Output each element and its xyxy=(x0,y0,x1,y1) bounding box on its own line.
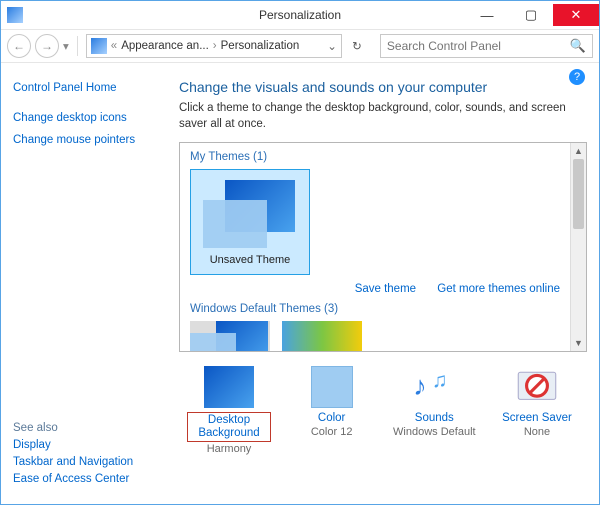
option-sounds-title: Sounds xyxy=(392,412,476,425)
breadcrumb-dropdown-icon[interactable]: ⌄ xyxy=(327,39,337,53)
see-also-taskbar[interactable]: Taskbar and Navigation xyxy=(13,456,159,468)
scroll-up-icon[interactable]: ▲ xyxy=(571,143,586,159)
theme-unsaved[interactable]: Unsaved Theme xyxy=(190,169,310,275)
screen-saver-icon xyxy=(512,366,562,408)
window-buttons: — ▢ ✕ xyxy=(465,4,599,26)
option-sounds[interactable]: ♪♫ Sounds Windows Default xyxy=(392,366,476,455)
main-panel: ? Change the visuals and sounds on your … xyxy=(171,63,599,504)
see-also-display[interactable]: Display xyxy=(13,439,159,451)
bottom-options: Desktop Background Harmony Color Color 1… xyxy=(179,366,587,455)
default-themes-row xyxy=(190,321,560,351)
chevron-right-icon: › xyxy=(213,40,217,52)
desktop-background-icon xyxy=(204,366,254,408)
svg-text:♫: ♫ xyxy=(432,369,448,392)
breadcrumb[interactable]: « Appearance an... › Personalization ⌄ xyxy=(86,34,342,58)
page-subtext: Click a theme to change the desktop back… xyxy=(179,101,587,132)
sidebar-link-desktop-icons[interactable]: Change desktop icons xyxy=(13,112,159,124)
divider xyxy=(77,36,78,56)
title-bar: Personalization — ▢ ✕ xyxy=(1,1,599,29)
sidebar: Control Panel Home Change desktop icons … xyxy=(1,63,171,504)
search-box[interactable]: 🔍 xyxy=(380,34,593,58)
theme-name: Unsaved Theme xyxy=(199,254,301,266)
option-bg-title: Desktop Background xyxy=(187,412,271,442)
option-sounds-value: Windows Default xyxy=(392,426,476,438)
refresh-button[interactable]: ↻ xyxy=(346,35,368,57)
help-icon[interactable]: ? xyxy=(569,69,585,85)
option-color-title: Color xyxy=(290,412,374,425)
scroll-track[interactable] xyxy=(571,159,586,335)
breadcrumb-up-icon: « xyxy=(111,40,117,52)
maximize-button[interactable]: ▢ xyxy=(509,4,553,26)
search-icon[interactable]: 🔍 xyxy=(570,38,586,54)
control-panel-home-link[interactable]: Control Panel Home xyxy=(13,82,159,94)
page-heading: Change the visuals and sounds on your co… xyxy=(179,79,587,95)
save-theme-link[interactable]: Save theme xyxy=(355,283,416,295)
option-screen-saver[interactable]: Screen Saver None xyxy=(495,366,579,455)
back-button[interactable]: ← xyxy=(7,34,31,58)
theme-thumbnail xyxy=(199,178,301,248)
color-icon xyxy=(307,366,357,408)
option-bg-value: Harmony xyxy=(187,443,271,455)
scrollbar[interactable]: ▲ ▼ xyxy=(570,143,586,351)
app-icon xyxy=(7,7,23,23)
default-themes-header: Windows Default Themes (3) xyxy=(190,303,560,315)
nav-bar: ← → ▾ « Appearance an... › Personalizati… xyxy=(1,29,599,63)
breadcrumb-icon xyxy=(91,38,107,54)
recent-dropdown-icon[interactable]: ▾ xyxy=(63,39,69,53)
breadcrumb-part-1[interactable]: Appearance an... xyxy=(121,40,209,52)
sounds-icon: ♪♫ xyxy=(409,366,459,408)
my-themes-header: My Themes (1) xyxy=(190,151,560,163)
default-theme-2[interactable] xyxy=(282,321,362,351)
see-also-ease[interactable]: Ease of Access Center xyxy=(13,473,159,485)
breadcrumb-part-2[interactable]: Personalization xyxy=(221,40,300,52)
forward-button[interactable]: → xyxy=(35,34,59,58)
option-desktop-background[interactable]: Desktop Background Harmony xyxy=(187,366,271,455)
get-themes-online-link[interactable]: Get more themes online xyxy=(437,283,560,295)
themes-pane: My Themes (1) Unsaved Theme Save theme G… xyxy=(179,142,587,352)
option-saver-title: Screen Saver xyxy=(495,412,579,425)
option-color[interactable]: Color Color 12 xyxy=(290,366,374,455)
option-color-value: Color 12 xyxy=(290,426,374,438)
see-also-header: See also xyxy=(13,422,159,434)
see-also-section: See also Display Taskbar and Navigation … xyxy=(13,422,159,490)
scroll-down-icon[interactable]: ▼ xyxy=(571,335,586,351)
minimize-button[interactable]: — xyxy=(465,4,509,26)
close-button[interactable]: ✕ xyxy=(553,4,599,26)
themes-scroll-area: My Themes (1) Unsaved Theme Save theme G… xyxy=(180,143,570,351)
window-title: Personalization xyxy=(259,8,341,22)
search-input[interactable] xyxy=(387,39,570,53)
scroll-thumb[interactable] xyxy=(573,159,584,229)
default-theme-1[interactable] xyxy=(190,321,270,351)
svg-text:♪: ♪ xyxy=(413,370,427,401)
theme-actions: Save theme Get more themes online xyxy=(190,283,560,295)
option-saver-value: None xyxy=(495,426,579,438)
sidebar-link-mouse-pointers[interactable]: Change mouse pointers xyxy=(13,134,159,146)
